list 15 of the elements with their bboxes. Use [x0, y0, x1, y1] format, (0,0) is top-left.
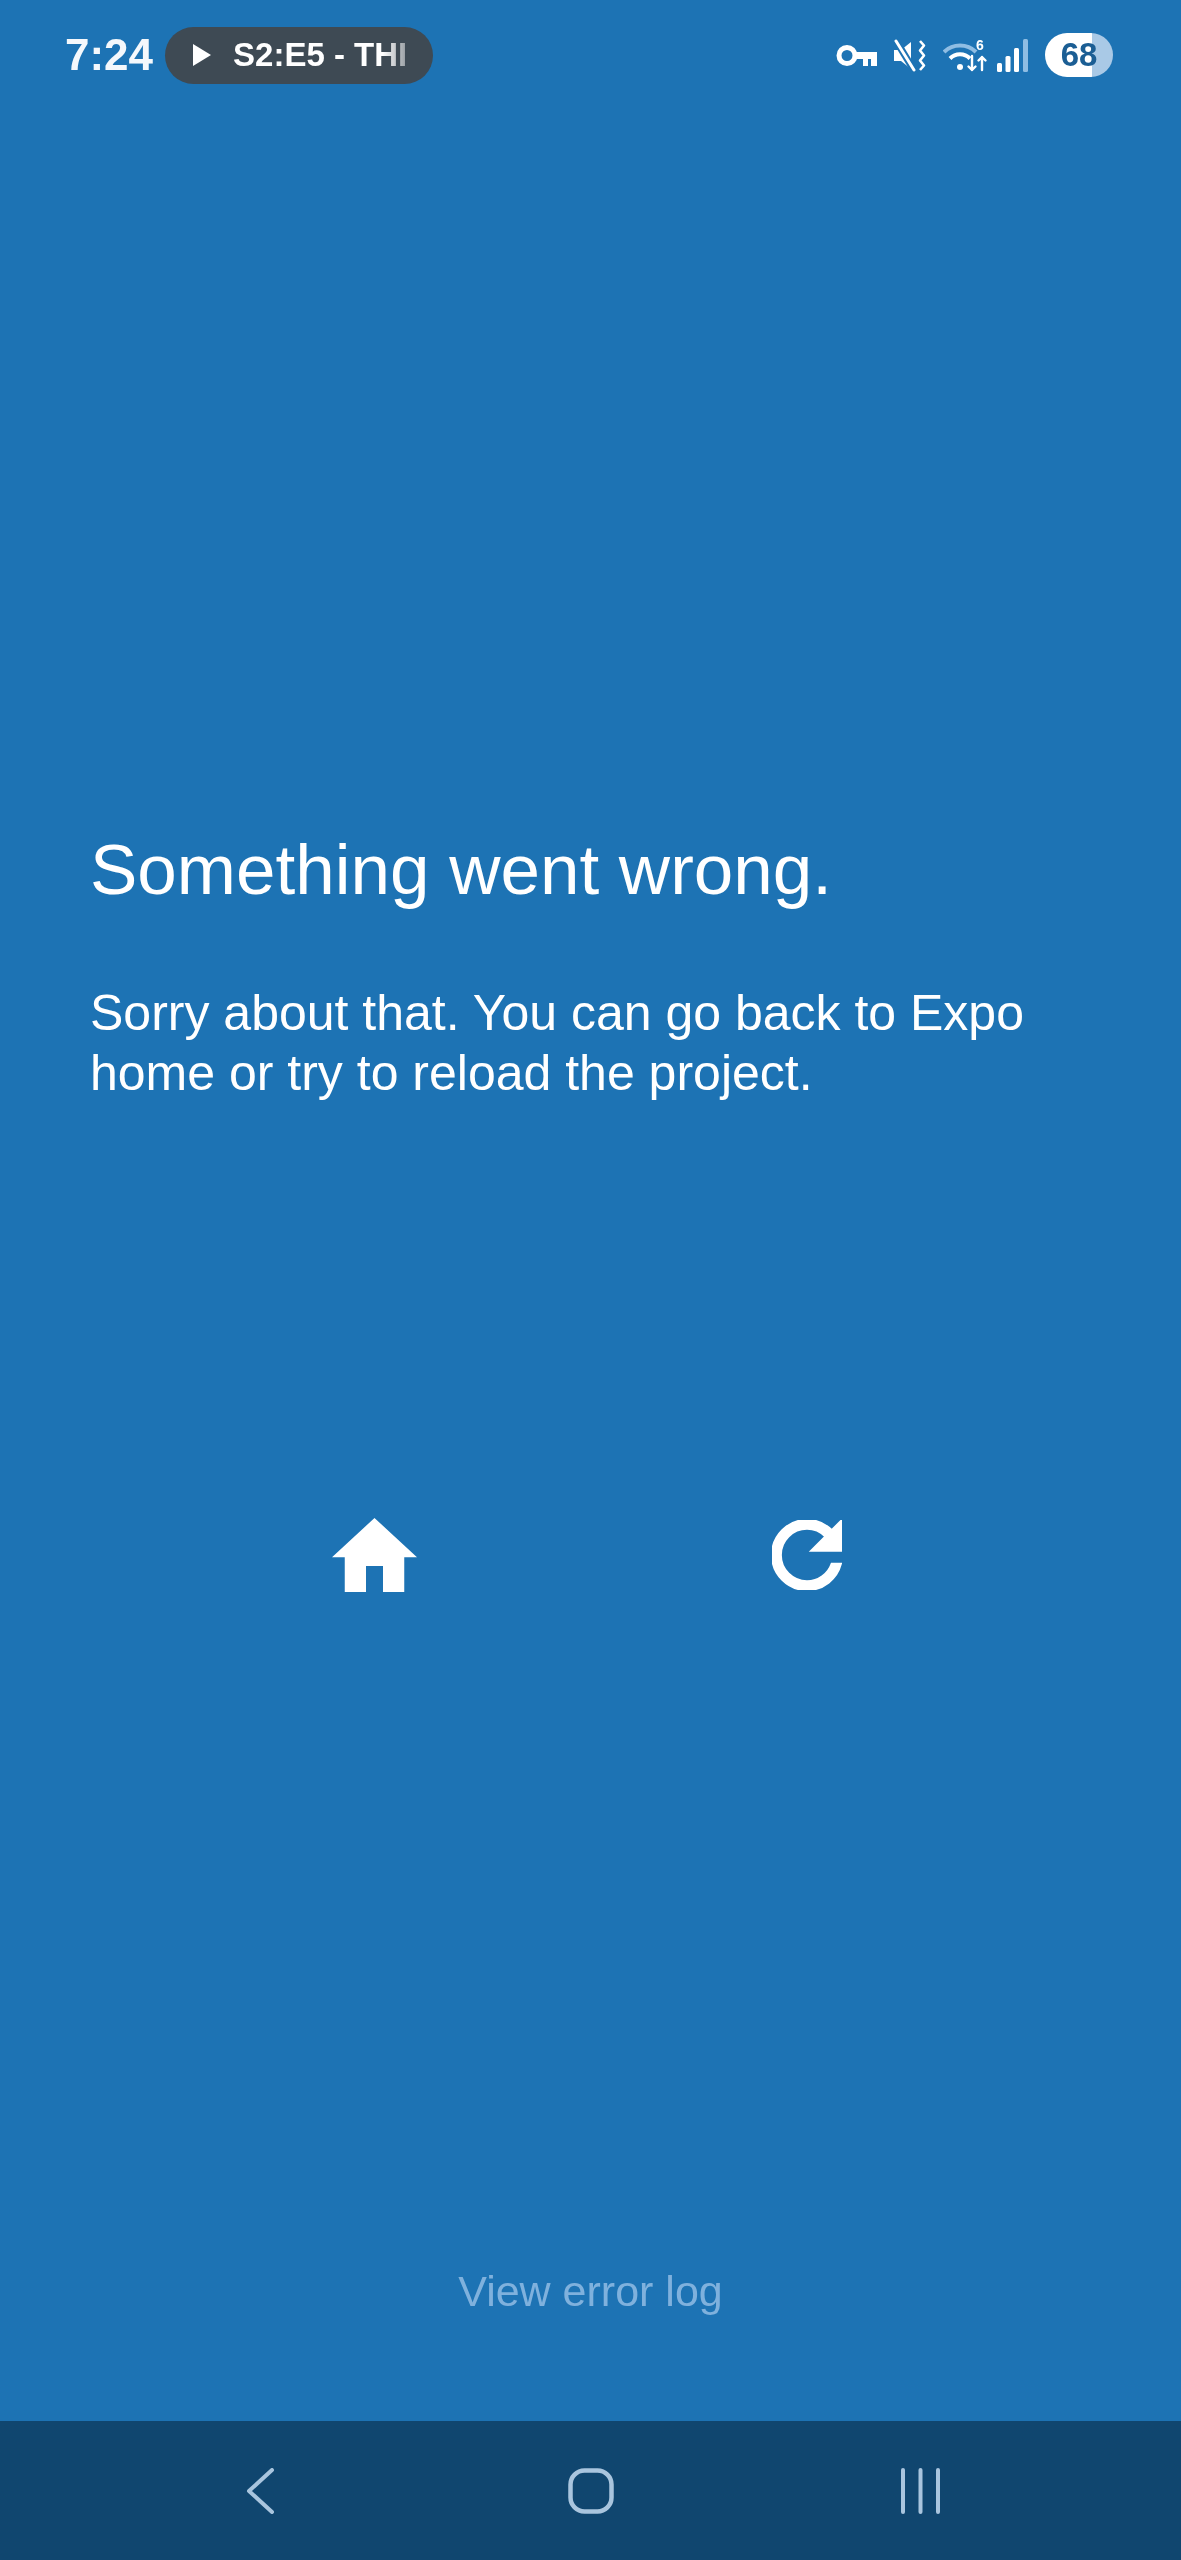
media-title: S2:E5 - THI	[233, 35, 408, 75]
back-icon[interactable]	[246, 2467, 275, 2514]
play-icon	[193, 44, 212, 66]
error-message: Sorry about that. You can go back to Expo home or try to reload the project.	[90, 984, 1025, 1103]
media-chip[interactable]: S2:E5 - THI	[165, 26, 434, 84]
status-time: 7:24	[65, 29, 154, 81]
circular-arrow-icon[interactable]	[772, 1520, 842, 1590]
home-icon[interactable]	[567, 2467, 614, 2514]
muted-speaker-icon	[893, 38, 927, 72]
signal-icon	[997, 38, 1028, 72]
battery-indicator: 68	[1045, 33, 1113, 77]
recent-apps-icon[interactable]	[901, 2467, 940, 2514]
key-icon	[836, 43, 877, 67]
error-title: Something went wrong.	[90, 829, 833, 911]
home-icon[interactable]	[331, 1518, 417, 1592]
